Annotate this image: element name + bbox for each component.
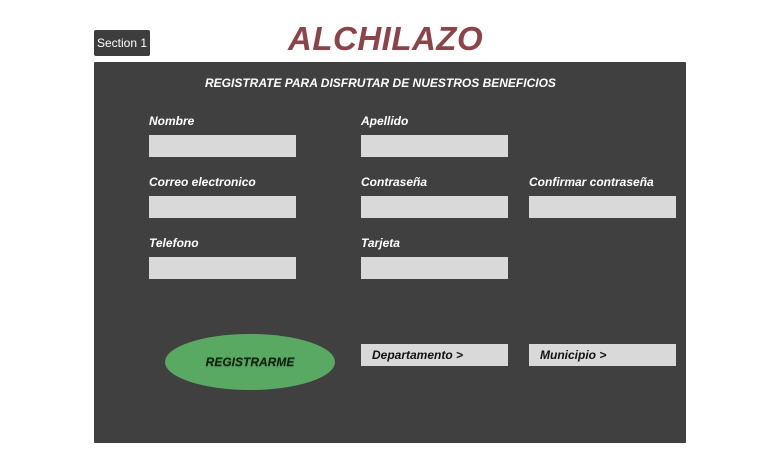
correo-label: Correo electronico — [149, 175, 256, 189]
nombre-label: Nombre — [149, 114, 195, 128]
apellido-label: Apellido — [361, 114, 409, 128]
contrasena-label: Contraseña — [361, 175, 428, 189]
section-tag: Section 1 — [94, 30, 150, 56]
telefono-input[interactable] — [149, 257, 296, 279]
confirmar-input[interactable] — [529, 196, 676, 218]
correo-input[interactable] — [149, 196, 296, 218]
telefono-label: Telefono — [149, 236, 199, 250]
confirmar-label: Confirmar contraseña — [529, 175, 654, 189]
tarjeta-label: Tarjeta — [361, 236, 400, 250]
form-heading: REGISTRATE PARA DISFRUTAR DE NUESTROS BE… — [205, 76, 556, 90]
brand-title: ALCHILAZO — [288, 20, 484, 57]
register-button[interactable]: REGISTRARME — [165, 334, 335, 390]
departamento-select[interactable]: Departamento > — [361, 344, 508, 366]
contrasena-input[interactable] — [361, 196, 508, 218]
apellido-input[interactable] — [361, 135, 508, 157]
nombre-input[interactable] — [149, 135, 296, 157]
tarjeta-input[interactable] — [361, 257, 508, 279]
registration-panel: REGISTRATE PARA DISFRUTAR DE NUESTROS BE… — [94, 62, 686, 443]
municipio-select[interactable]: Municipio > — [529, 344, 676, 366]
